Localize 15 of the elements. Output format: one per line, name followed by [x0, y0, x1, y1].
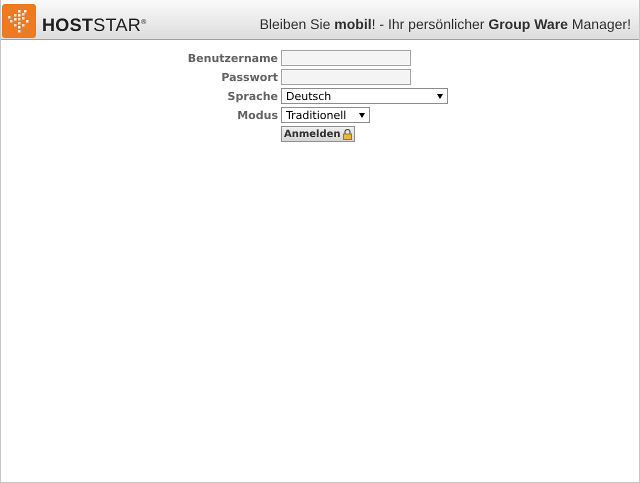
logo-icon: [2, 4, 36, 38]
field-label: Benutzername: [188, 52, 278, 64]
lock-icon: [342, 128, 352, 140]
field-label: Sprache: [228, 90, 278, 102]
caret-icon: [359, 112, 365, 118]
dropdown[interactable]: Traditionell: [281, 107, 370, 123]
login-button[interactable]: Anmelden: [281, 126, 355, 142]
username-field[interactable]: [281, 50, 411, 66]
dropdown[interactable]: Deutsch: [281, 88, 448, 104]
field-label: Modus: [237, 108, 278, 122]
field-label: Passwort: [221, 70, 278, 84]
password-field[interactable]: [281, 69, 411, 85]
tagline: Bleiben Sie mobil! - Ihr persönlicher Group Ware Manager!: [260, 16, 631, 32]
logo-text: HOSTSTAR$^{®}$: [42, 14, 147, 36]
caret-icon: [437, 94, 443, 98]
